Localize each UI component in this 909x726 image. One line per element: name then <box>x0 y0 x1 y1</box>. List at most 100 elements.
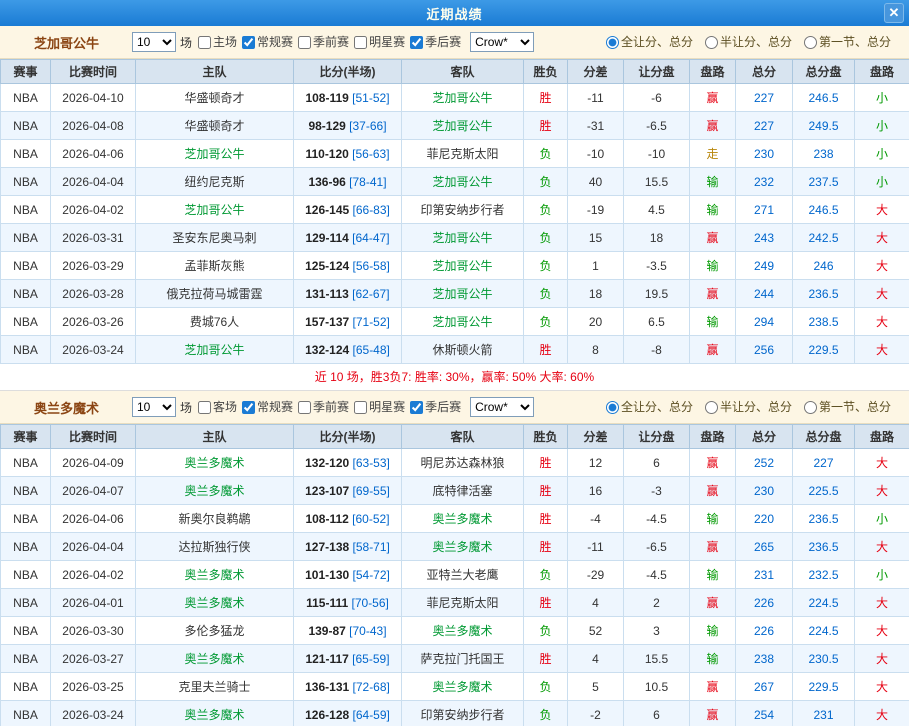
away-team-cell: 休斯顿火箭 <box>402 336 524 364</box>
total-line-cell: 246 <box>793 252 855 280</box>
filter-checkbox-0[interactable]: 客场 <box>198 400 237 414</box>
filter-checkbox-4[interactable]: 季后赛 <box>410 35 461 49</box>
checkbox[interactable] <box>298 36 311 49</box>
point-diff-cell: 40 <box>568 168 624 196</box>
radio[interactable] <box>705 401 718 414</box>
total-line-cell: 236.5 <box>793 280 855 308</box>
checkbox[interactable] <box>410 36 423 49</box>
league-cell: NBA <box>1 477 51 505</box>
handicap-line-cell: -6.5 <box>624 533 690 561</box>
league-cell: NBA <box>1 196 51 224</box>
checkbox[interactable] <box>410 401 423 414</box>
column-header: 盘路 <box>855 60 909 84</box>
filter-checkbox-4[interactable]: 季后赛 <box>410 400 461 414</box>
handicap-line-cell: -8 <box>624 336 690 364</box>
score-cell: 131-113 [62-67] <box>294 280 402 308</box>
filter-checkbox-0[interactable]: 主场 <box>198 35 237 49</box>
game-row: NBA2026-04-04达拉斯独行侠127-138 [58-71]奥兰多魔术胜… <box>1 533 909 561</box>
date-cell: 2026-03-28 <box>51 280 136 308</box>
handicap-result-cell: 输 <box>690 252 736 280</box>
home-team-cell: 芝加哥公牛 <box>136 140 294 168</box>
handicap-result-cell: 输 <box>690 617 736 645</box>
filter-checkbox-2[interactable]: 季前赛 <box>298 400 349 414</box>
filter-checkbox-3[interactable]: 明星赛 <box>354 400 405 414</box>
date-cell: 2026-04-06 <box>51 505 136 533</box>
filter-checkbox-3[interactable]: 明星赛 <box>354 35 405 49</box>
checkbox[interactable] <box>198 36 211 49</box>
over-under-cell: 大 <box>855 252 909 280</box>
date-cell: 2026-04-04 <box>51 168 136 196</box>
checkbox[interactable] <box>354 36 367 49</box>
checkbox[interactable] <box>198 401 211 414</box>
point-diff-cell: -19 <box>568 196 624 224</box>
filter-checkbox-2[interactable]: 季前赛 <box>298 35 349 49</box>
score-mode-radio-group: 全让分、总分半让分、总分第一节、总分 <box>594 33 899 50</box>
away-team-cell: 印第安纳步行者 <box>402 196 524 224</box>
score-mode-radio-0[interactable]: 全让分、总分 <box>606 35 693 49</box>
total-points-cell: 226 <box>736 617 793 645</box>
radio[interactable] <box>804 401 817 414</box>
checkbox[interactable] <box>354 401 367 414</box>
score-mode-radio-group: 全让分、总分半让分、总分第一节、总分 <box>594 398 899 415</box>
point-diff-cell: 16 <box>568 477 624 505</box>
point-diff-cell: 4 <box>568 589 624 617</box>
score-mode-radio-2[interactable]: 第一节、总分 <box>804 400 891 414</box>
over-under-cell: 小 <box>855 168 909 196</box>
handicap-line-cell: 6 <box>624 701 690 726</box>
date-cell: 2026-03-24 <box>51 336 136 364</box>
total-points-cell: 252 <box>736 449 793 477</box>
games-count-select[interactable]: 10 <box>132 397 176 417</box>
score-mode-radio-1[interactable]: 半让分、总分 <box>705 400 792 414</box>
radio[interactable] <box>606 401 619 414</box>
handicap-result-cell: 赢 <box>690 224 736 252</box>
checkbox[interactable] <box>242 401 255 414</box>
checkbox[interactable] <box>242 36 255 49</box>
date-cell: 2026-03-24 <box>51 701 136 726</box>
home-team-cell: 奥兰多魔术 <box>136 589 294 617</box>
score-mode-radio-0[interactable]: 全让分、总分 <box>606 400 693 414</box>
game-row: NBA2026-03-25克里夫兰骑士136-131 [72-68]奥兰多魔术负… <box>1 673 909 701</box>
company-select[interactable]: Crow* <box>470 397 534 417</box>
away-team-cell: 芝加哥公牛 <box>402 168 524 196</box>
handicap-result-cell: 赢 <box>690 280 736 308</box>
game-row: NBA2026-04-02芝加哥公牛126-145 [66-83]印第安纳步行者… <box>1 196 909 224</box>
point-diff-cell: 1 <box>568 252 624 280</box>
home-team-cell: 奥兰多魔术 <box>136 645 294 673</box>
filter-checkbox-1[interactable]: 常规赛 <box>242 35 293 49</box>
score-mode-radio-1[interactable]: 半让分、总分 <box>705 35 792 49</box>
score-cell: 108-112 [60-52] <box>294 505 402 533</box>
radio[interactable] <box>606 36 619 49</box>
over-under-cell: 小 <box>855 140 909 168</box>
handicap-line-cell: -4.5 <box>624 561 690 589</box>
handicap-result-cell: 输 <box>690 645 736 673</box>
table-header-row: 赛事比赛时间主队比分(半场)客队胜负分差让分盘盘路总分总分盘盘路 <box>1 60 909 84</box>
league-cell: NBA <box>1 589 51 617</box>
handicap-result-cell: 赢 <box>690 533 736 561</box>
handicap-result-cell: 赢 <box>690 336 736 364</box>
game-row: NBA2026-04-07奥兰多魔术123-107 [69-55]底特律活塞胜1… <box>1 477 909 505</box>
total-line-cell: 230.5 <box>793 645 855 673</box>
home-team-cell: 克里夫兰骑士 <box>136 673 294 701</box>
total-points-cell: 271 <box>736 196 793 224</box>
handicap-result-cell: 输 <box>690 168 736 196</box>
handicap-result-cell: 赢 <box>690 449 736 477</box>
score-mode-radio-2[interactable]: 第一节、总分 <box>804 35 891 49</box>
radio[interactable] <box>804 36 817 49</box>
league-cell: NBA <box>1 673 51 701</box>
result-cell: 胜 <box>524 645 568 673</box>
handicap-result-cell: 输 <box>690 308 736 336</box>
over-under-cell: 小 <box>855 112 909 140</box>
filter-checkbox-1[interactable]: 常规赛 <box>242 400 293 414</box>
column-header: 客队 <box>402 425 524 449</box>
company-select[interactable]: Crow* <box>470 32 534 52</box>
column-header: 比分(半场) <box>294 425 402 449</box>
over-under-cell: 大 <box>855 701 909 726</box>
checkbox[interactable] <box>298 401 311 414</box>
games-count-select[interactable]: 10 <box>132 32 176 52</box>
radio[interactable] <box>705 36 718 49</box>
away-team-cell: 奥兰多魔术 <box>402 617 524 645</box>
date-cell: 2026-04-01 <box>51 589 136 617</box>
result-cell: 负 <box>524 280 568 308</box>
column-header: 让分盘 <box>624 425 690 449</box>
close-button[interactable]: ✕ <box>884 3 904 23</box>
